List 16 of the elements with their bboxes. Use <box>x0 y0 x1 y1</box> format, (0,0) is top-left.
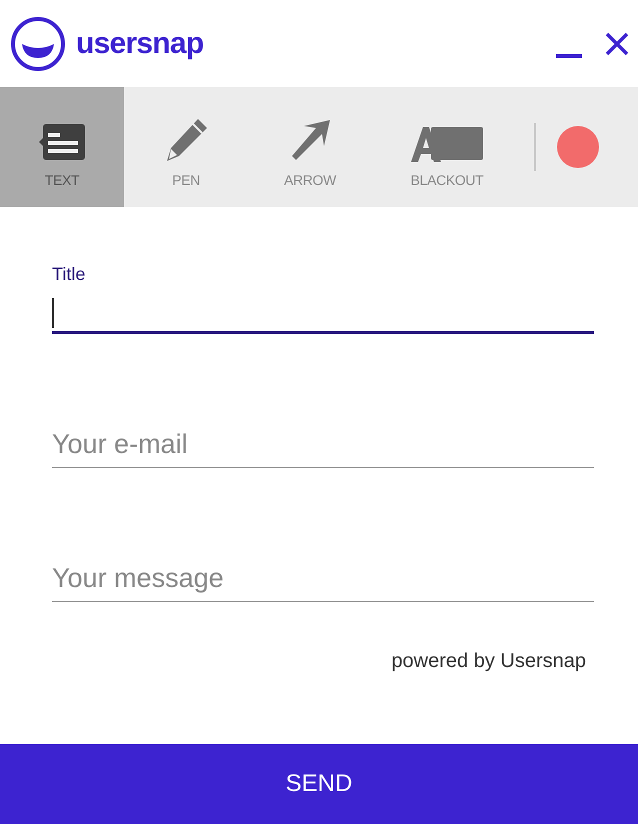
close-icon <box>605 32 629 56</box>
text-caret <box>52 298 54 328</box>
tool-button[interactable]: TEXT <box>0 87 124 207</box>
minimize-icon <box>556 54 582 58</box>
blackout-icon <box>409 124 485 164</box>
record-icon <box>556 125 600 169</box>
send-button[interactable]: SEND <box>0 744 638 824</box>
tool-button[interactable]: ARROW <box>248 87 372 207</box>
tool-button[interactable]: BLACKOUT <box>372 87 522 207</box>
powered-by-text: powered by Usersnap <box>391 649 586 674</box>
input-field[interactable]: Your e-mail <box>52 422 594 468</box>
input-field[interactable]: Your message <box>52 556 594 602</box>
brand-name: usersnap <box>76 26 204 62</box>
logo-icon <box>10 16 66 72</box>
field-label: Title <box>52 263 86 286</box>
tool-button[interactable]: PEN <box>124 87 248 207</box>
